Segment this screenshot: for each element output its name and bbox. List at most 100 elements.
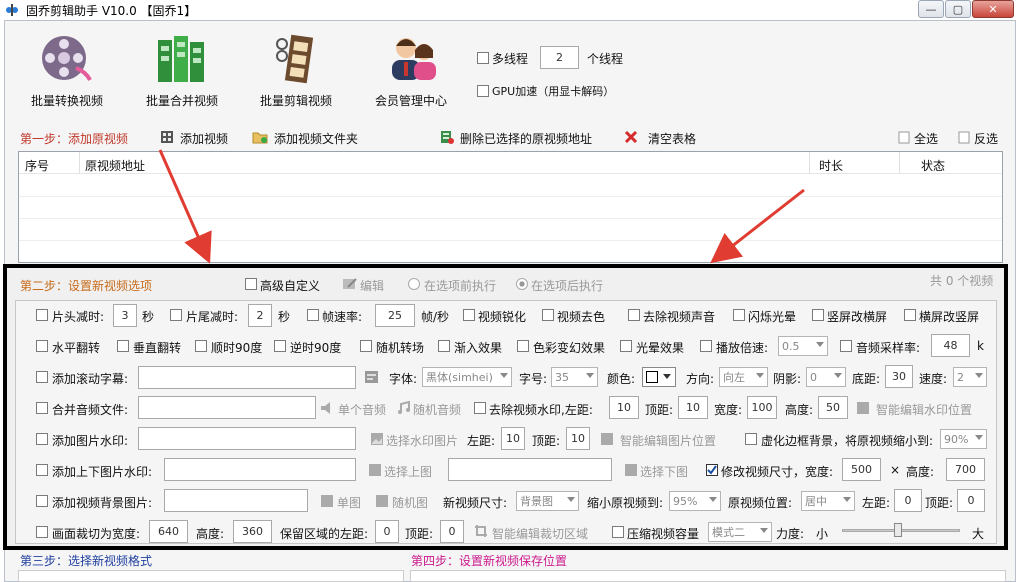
clear-table-button[interactable]: 清空表格 — [648, 130, 696, 147]
tail-cut-checkbox[interactable] — [170, 309, 182, 321]
direction-select[interactable]: 向左 — [719, 367, 768, 387]
merge-grid-icon[interactable] — [156, 34, 208, 86]
random-image-icon[interactable] — [375, 494, 389, 508]
sample-input[interactable]: 48 — [931, 334, 970, 357]
resize-checkbox[interactable] — [706, 464, 718, 476]
batch-cut-label[interactable]: 批量剪辑视频 — [260, 92, 332, 109]
video-table[interactable]: 序号 原视频地址 时长 状态 — [18, 151, 1003, 263]
font-select[interactable]: 黑体(simhei) — [422, 367, 512, 387]
resize-height-input[interactable]: 700 — [946, 458, 985, 481]
sharpen-checkbox[interactable] — [463, 309, 475, 321]
bottom-input[interactable]: 30 — [885, 365, 913, 388]
up-image-icon[interactable] — [368, 463, 382, 477]
film-cut-icon[interactable] — [274, 32, 324, 86]
single-audio-button[interactable]: 单个音频 — [338, 401, 386, 418]
multithread-checkbox[interactable] — [477, 52, 489, 64]
invert-select-button[interactable]: 反选 — [974, 130, 998, 147]
halo-checkbox[interactable] — [620, 340, 632, 352]
blur-checkbox[interactable] — [745, 433, 757, 445]
image-icon[interactable] — [370, 432, 384, 446]
wm-width-input[interactable]: 100 — [747, 396, 777, 419]
rot90-checkbox[interactable] — [195, 340, 207, 352]
mute-checkbox[interactable] — [628, 309, 640, 321]
film-reel-icon[interactable] — [40, 32, 96, 86]
mode-select[interactable]: 模式二 — [708, 522, 772, 542]
img-wm-checkbox[interactable] — [36, 433, 48, 445]
bg-top-input[interactable]: 0 — [957, 489, 985, 512]
choose-img-button[interactable]: 选择水印图片 — [386, 432, 458, 449]
wm-height-input[interactable]: 50 — [818, 396, 848, 419]
updown-checkbox[interactable] — [36, 464, 48, 476]
img-top-input[interactable]: 10 — [566, 427, 590, 450]
down-img-input[interactable] — [448, 458, 612, 481]
batch-merge-label[interactable]: 批量合并视频 — [146, 92, 218, 109]
thread-count-input[interactable]: 2 — [540, 46, 579, 69]
after-radio[interactable] — [516, 278, 528, 290]
minimize-button[interactable]: — — [918, 0, 944, 18]
choose-up-button[interactable]: 选择上图 — [384, 463, 432, 480]
newsize-select[interactable]: 背景图 — [516, 491, 579, 511]
audio-input[interactable] — [138, 396, 316, 419]
member-center-label[interactable]: 会员管理中心 — [375, 92, 447, 109]
select-all-button[interactable]: 全选 — [914, 130, 938, 147]
fps-input[interactable]: 25 — [375, 304, 415, 327]
crop-width-input[interactable]: 640 — [149, 520, 188, 543]
crop-tool-icon[interactable] — [474, 524, 488, 538]
bg-left-input[interactable]: 0 — [894, 489, 922, 512]
bgimg-checkbox[interactable] — [36, 495, 48, 507]
vflip-checkbox[interactable] — [117, 340, 129, 352]
h2v-checkbox[interactable] — [904, 309, 916, 321]
format-box[interactable] — [18, 570, 404, 582]
col-index[interactable]: 序号 — [25, 157, 49, 174]
edit-icon[interactable] — [342, 277, 358, 291]
img-pos-icon[interactable] — [600, 432, 614, 446]
decolor-checkbox[interactable] — [542, 309, 554, 321]
size-select[interactable]: 35 — [551, 367, 598, 387]
v2h-checkbox[interactable] — [812, 309, 824, 321]
speaker-icon[interactable] — [320, 401, 336, 415]
color-picker[interactable] — [642, 367, 676, 387]
keep-top-input[interactable]: 0 — [440, 520, 464, 543]
delete-selected-button[interactable]: 删除已选择的原视频地址 — [460, 130, 592, 147]
rotm90-checkbox[interactable] — [274, 340, 286, 352]
smart-wm-button[interactable]: 智能编辑水印位置 — [876, 401, 972, 418]
shadow-select[interactable]: 0 — [806, 367, 846, 387]
head-cut-checkbox[interactable] — [36, 309, 48, 321]
add-folder-button[interactable]: 添加视频文件夹 — [274, 130, 358, 147]
folder-add-icon[interactable] — [252, 131, 268, 144]
keep-left-input[interactable]: 0 — [375, 520, 399, 543]
pos-select[interactable]: 居中 — [801, 491, 855, 511]
col-path[interactable]: 原视频地址 — [85, 157, 145, 174]
before-radio[interactable] — [408, 278, 420, 290]
advanced-checkbox[interactable] — [245, 278, 257, 290]
head-cut-input[interactable]: 3 — [113, 304, 137, 327]
random-audio-button[interactable]: 随机音频 — [413, 401, 461, 418]
users-icon[interactable] — [388, 34, 438, 84]
crop-checkbox[interactable] — [36, 526, 48, 538]
page-icon[interactable] — [958, 131, 970, 144]
sample-checkbox[interactable] — [840, 340, 852, 352]
page-icon[interactable] — [898, 131, 910, 144]
col-status[interactable]: 状态 — [921, 157, 945, 174]
strength-slider-thumb[interactable] — [894, 523, 902, 537]
gpu-checkbox[interactable] — [477, 85, 489, 97]
delete-list-icon[interactable] — [440, 130, 454, 144]
crop-height-input[interactable]: 360 — [233, 520, 272, 543]
tail-cut-input[interactable]: 2 — [248, 304, 272, 327]
resize-width-input[interactable]: 500 — [842, 458, 881, 481]
single-image-icon[interactable] — [320, 494, 334, 508]
edit-button[interactable]: 编辑 — [360, 277, 384, 294]
subtitle-speed-select[interactable]: 2 — [953, 367, 987, 387]
merge-audio-checkbox[interactable] — [36, 402, 48, 414]
smart-img-button[interactable]: 智能编辑图片位置 — [620, 432, 716, 449]
hflip-checkbox[interactable] — [36, 340, 48, 352]
batch-convert-label[interactable]: 批量转换视频 — [31, 92, 103, 109]
flash-checkbox[interactable] — [733, 309, 745, 321]
subtitle-input[interactable] — [138, 366, 356, 389]
choose-down-button[interactable]: 选择下图 — [640, 463, 688, 480]
subtitle-edit-icon[interactable] — [364, 370, 379, 384]
img-wm-input[interactable] — [138, 427, 356, 450]
maximize-button[interactable]: ▢ — [945, 0, 971, 18]
shrink-select[interactable]: 95% — [669, 491, 721, 511]
blur-select[interactable]: 90% — [940, 429, 987, 449]
